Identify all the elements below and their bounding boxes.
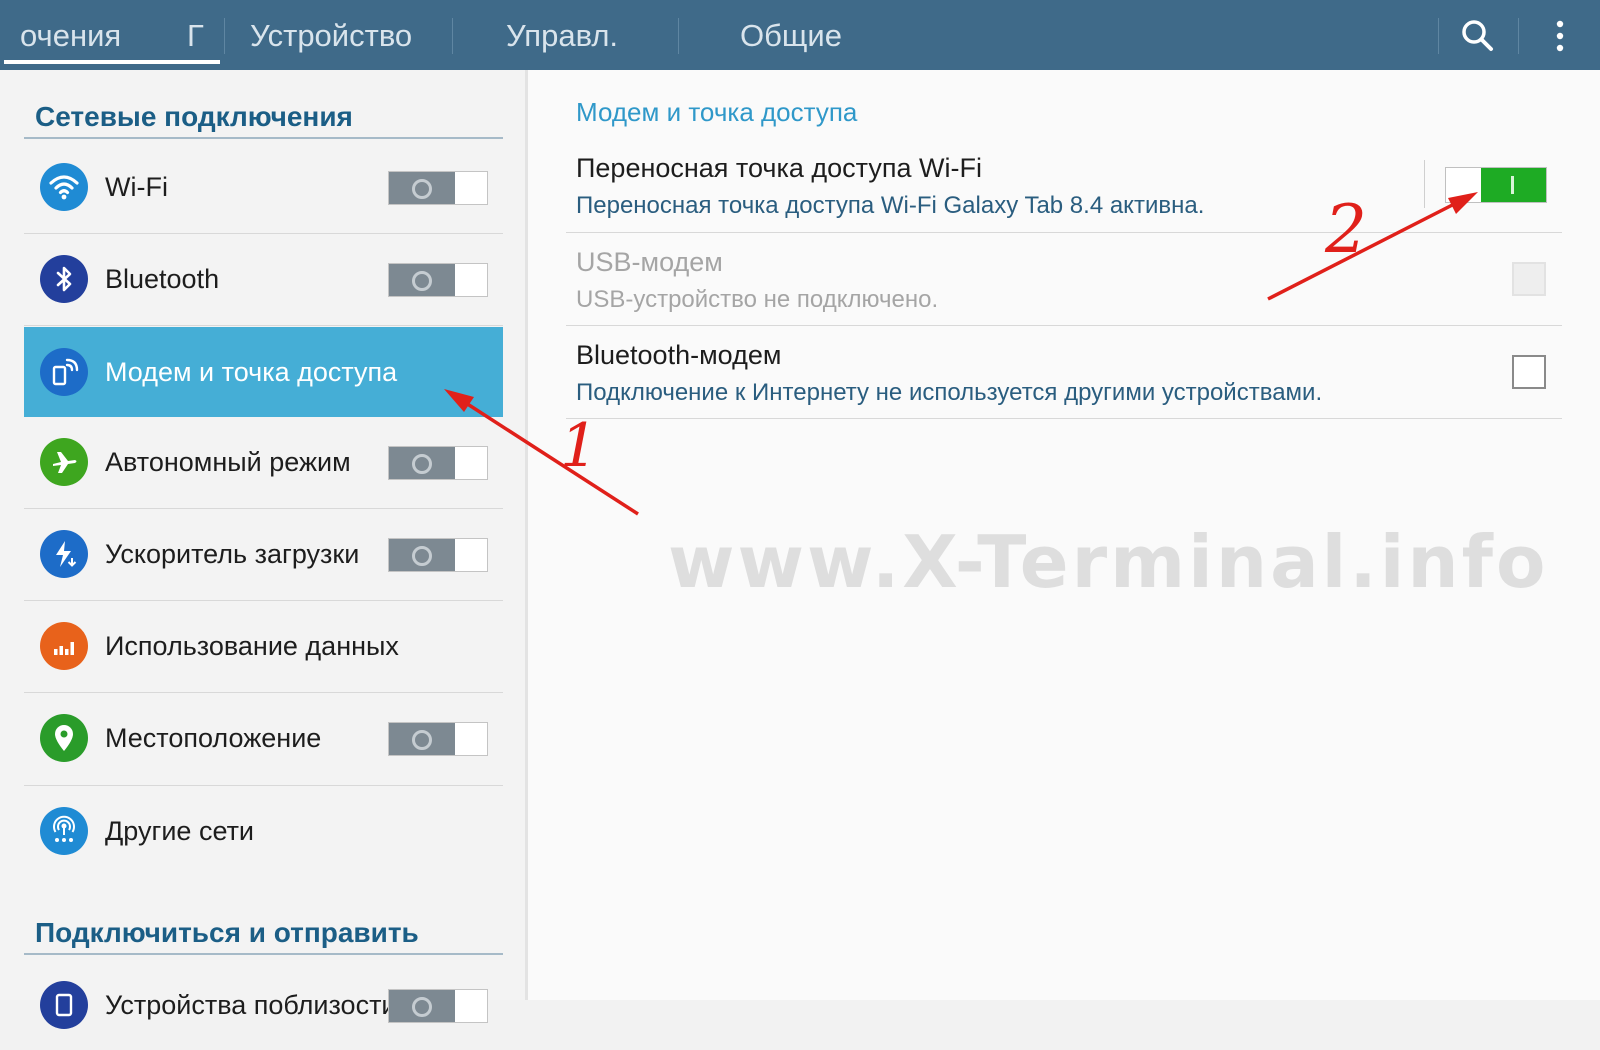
bluetooth-toggle[interactable] [388,263,488,297]
hotspot-icon [40,348,88,396]
airplane-icon [40,438,88,486]
sidebar-item-label: Другие сети [105,816,255,846]
sidebar-item-nearby-devices[interactable]: Устройства поблизости [24,960,503,1050]
download-booster-toggle[interactable] [388,538,488,572]
sidebar-item-other-networks[interactable]: Другие сети [24,786,503,876]
tab-divider [678,18,679,54]
sidebar-item-label: Bluetooth [105,264,220,294]
sidebar-item-location[interactable]: Местоположение [24,693,503,783]
sidebar-item-data-usage[interactable]: Использование данных [24,601,503,691]
usb-tethering-title: USB-модем [576,247,723,277]
hotspot-row-subtitle: Переносная точка доступа Wi-Fi Galaxy Ta… [576,192,1205,219]
location-toggle[interactable] [388,722,488,756]
row-divider [566,232,1562,233]
toggle-divider [1424,160,1425,208]
tab-general[interactable]: Общие [740,0,842,70]
top-tab-bar: очения Г Устройство Управл. Общие [0,0,1600,70]
row-divider [566,325,1562,326]
sidebar-item-airplane[interactable]: Автономный режим [24,417,503,507]
sidebar-item-label: Устройства поблизости [105,990,397,1020]
data-usage-icon [40,622,88,670]
bluetooth-tethering-subtitle: Подключение к Интернету не используется … [576,379,1323,406]
sidebar-item-label: Модем и точка доступа [105,357,398,387]
sidebar-item-wifi[interactable]: Wi-Fi [24,142,503,232]
wifi-hotspot-toggle[interactable] [1445,167,1547,203]
search-icon[interactable] [1458,16,1498,56]
sidebar-item-label: Местоположение [105,723,322,753]
bluetooth-tethering-checkbox[interactable] [1512,355,1546,389]
page-title: Модем и точка доступа [576,97,858,127]
usb-tethering-checkbox [1512,262,1546,296]
wifi-toggle[interactable] [388,171,488,205]
item-divider [24,325,503,326]
tab-divider [452,18,453,54]
action-divider [1438,18,1439,54]
wifi-icon [40,163,88,211]
usb-tethering-subtitle: USB-устройство не подключено. [576,286,939,313]
section-divider [24,137,503,139]
tab-device[interactable]: Устройство [250,0,412,70]
sidebar-item-bluetooth[interactable]: Bluetooth [24,234,503,324]
action-divider [1518,18,1519,54]
download-booster-icon [40,530,88,578]
watermark: www.X-Terminal.info [668,520,1549,604]
sidebar-item-label: Wi-Fi [105,172,168,202]
sidebar-item-label: Ускоритель загрузки [105,539,360,569]
hotspot-row-title[interactable]: Переносная точка доступа Wi-Fi [576,153,982,184]
active-tab-indicator [4,60,220,64]
bluetooth-tethering-title[interactable]: Bluetooth-модем [576,340,781,371]
tab-controls[interactable]: Управл. [506,0,618,70]
nearby-devices-toggle[interactable] [388,989,488,1023]
sidebar-item-tethering[interactable]: Модем и точка доступа [24,327,503,417]
section-title-network: Сетевые подключения [35,101,353,132]
sidebar-item-download-booster[interactable]: Ускоритель загрузки [24,509,503,599]
sidebar-item-label: Использование данных [105,631,399,661]
nearby-devices-icon [40,981,88,1029]
section-title-connect-share: Подключиться и отправить [35,917,419,948]
sidebar-item-label: Автономный режим [105,447,351,477]
tab-divider [224,18,225,54]
other-networks-icon [40,807,88,855]
overflow-menu-icon[interactable] [1540,16,1580,56]
location-icon [40,714,88,762]
airplane-toggle[interactable] [388,446,488,480]
bluetooth-icon [40,255,88,303]
section-divider [24,953,503,955]
row-divider [566,418,1562,419]
